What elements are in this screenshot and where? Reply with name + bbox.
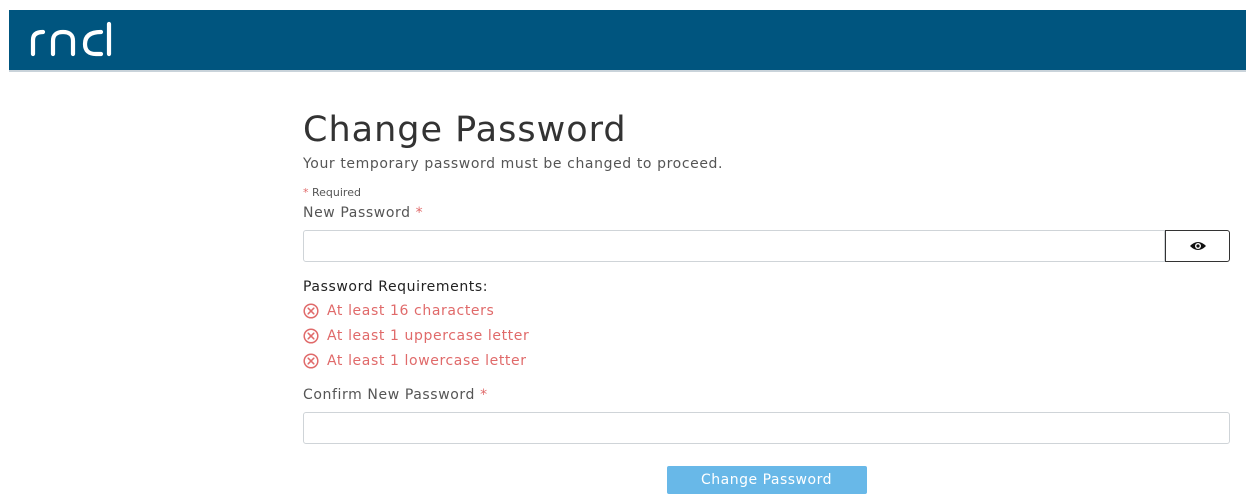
confirm-password-input[interactable]: [303, 412, 1230, 444]
show-password-button[interactable]: [1165, 230, 1230, 262]
new-password-row: [303, 230, 1230, 262]
change-password-button[interactable]: Change Password: [666, 466, 867, 494]
change-password-form: Change Password Your temporary password …: [303, 108, 1230, 494]
confirm-password-label: Confirm New Password *: [303, 387, 1230, 403]
submit-row: Change Password: [303, 466, 1230, 494]
requirement-label: At least 1 uppercase letter: [327, 327, 530, 344]
requirement-item: At least 1 uppercase letter: [303, 323, 1230, 348]
password-requirements-heading: Password Requirements:: [303, 279, 489, 295]
password-requirements-list: At least 16 characters At least 1 upperc…: [303, 298, 1230, 373]
circle-x-icon: [303, 352, 319, 369]
required-marker: *: [480, 387, 488, 403]
required-marker: *: [415, 205, 424, 221]
circle-x-icon: [303, 327, 319, 344]
page-title: Change Password: [303, 110, 627, 150]
new-password-label: New Password *: [303, 205, 1230, 221]
top-header-bar: rnd: [9, 10, 1246, 72]
required-note: * Required: [303, 186, 1230, 199]
rnd-logo[interactable]: rnd: [29, 20, 139, 60]
new-password-input[interactable]: [303, 230, 1165, 262]
rnd-logo-mark: [30, 21, 112, 57]
requirement-label: At least 16 characters: [327, 302, 495, 319]
requirement-item: At least 16 characters: [303, 298, 1230, 323]
required-note-text: Required: [312, 186, 361, 199]
requirement-item: At least 1 lowercase letter: [303, 348, 1230, 373]
eye-icon: [1189, 242, 1206, 250]
confirm-password-row: [303, 412, 1230, 444]
requirement-label: At least 1 lowercase letter: [327, 352, 527, 369]
new-password-label-text: New Password: [303, 205, 411, 221]
required-marker: *: [303, 186, 309, 199]
confirm-password-label-text: Confirm New Password: [303, 387, 476, 403]
circle-x-icon: [303, 302, 319, 319]
page-subtitle: Your temporary password must be changed …: [303, 156, 724, 172]
